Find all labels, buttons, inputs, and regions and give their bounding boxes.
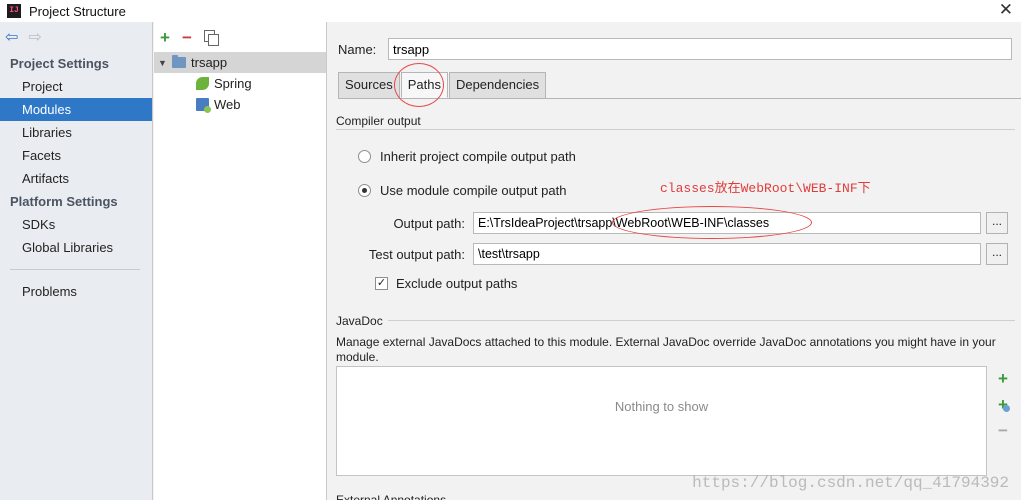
spring-leaf-icon — [196, 77, 209, 90]
module-name-input[interactable] — [388, 38, 1012, 60]
sidebar-item-sdks[interactable]: SDKs — [0, 213, 152, 236]
module-detail-panel: Name: Sources Paths Dependencies Compile… — [328, 22, 1021, 500]
tab-paths[interactable]: Paths — [400, 72, 448, 98]
compiler-output-title: Compiler output — [336, 114, 421, 128]
sidebar-divider — [10, 269, 140, 270]
remove-icon[interactable]: − — [182, 29, 192, 46]
tab-dependencies[interactable]: Dependencies — [448, 72, 547, 98]
platform-settings-heading: Platform Settings — [10, 194, 118, 209]
intellij-app-icon: IJ — [7, 4, 21, 18]
project-settings-heading: Project Settings — [10, 56, 109, 71]
module-tree-panel: + − ▼ trsapp Spring Web — [154, 22, 327, 500]
inherit-output-radio[interactable] — [358, 150, 371, 163]
window-title: Project Structure — [29, 3, 126, 19]
output-path-row: Output path: ... — [328, 212, 1008, 234]
tab-sources[interactable]: Sources — [338, 72, 400, 98]
test-output-browse-button[interactable]: ... — [986, 243, 1008, 265]
tree-toolbar: + − — [154, 22, 326, 52]
module-output-label: Use module compile output path — [380, 183, 567, 198]
sidebar-item-modules[interactable]: Modules — [0, 98, 152, 121]
exclude-output-row[interactable]: ✓ Exclude output paths — [375, 276, 517, 291]
sidebar-item-problems[interactable]: Problems — [0, 280, 152, 303]
exclude-output-checkbox[interactable]: ✓ — [375, 277, 388, 290]
tree-item-label: trsapp — [191, 55, 228, 70]
external-annotations-title: External Annotations — [336, 494, 446, 500]
copy-icon[interactable] — [203, 30, 219, 46]
empty-list-text: Nothing to show — [614, 399, 709, 414]
remove-javadoc-icon[interactable]: − — [990, 418, 1016, 444]
add-javadoc-url-icon[interactable]: + — [990, 392, 1016, 418]
module-output-radio-row[interactable]: Use module compile output path — [358, 183, 566, 198]
watermark-text: https://blog.csdn.net/qq_41794392 — [692, 474, 1009, 492]
inherit-output-radio-row[interactable]: Inherit project compile output path — [358, 149, 576, 164]
sidebar-item-facets[interactable]: Facets — [0, 144, 152, 167]
javadoc-title: JavaDoc — [336, 314, 383, 328]
tree-item-web[interactable]: Web — [154, 94, 326, 115]
sidebar-item-global-libraries[interactable]: Global Libraries — [0, 236, 152, 259]
tree-item-label: Web — [214, 97, 241, 112]
name-label: Name: — [338, 41, 377, 57]
test-output-path-row: Test output path: ... — [328, 243, 1008, 265]
back-arrow-icon[interactable]: ⇦ — [5, 27, 18, 47]
inherit-output-label: Inherit project compile output path — [380, 149, 576, 164]
sidebar-item-libraries[interactable]: Libraries — [0, 121, 152, 144]
compiler-output-divider — [336, 129, 1015, 130]
module-output-radio[interactable] — [358, 184, 371, 197]
javadoc-tools: + + − — [990, 366, 1016, 444]
close-icon[interactable]: ✕ — [999, 1, 1013, 19]
javadoc-divider — [388, 320, 1015, 321]
tabs-underline — [338, 98, 1021, 99]
tree-item-label: Spring — [214, 76, 252, 91]
add-icon[interactable]: + — [160, 29, 170, 46]
web-facet-icon — [196, 98, 211, 113]
tree-item-spring[interactable]: Spring — [154, 73, 326, 94]
tree-item-trsapp[interactable]: ▼ trsapp — [154, 52, 326, 73]
add-javadoc-icon[interactable]: + — [990, 366, 1016, 392]
test-output-path-label: Test output path: — [368, 246, 465, 262]
javadoc-description: Manage external JavaDocs attached to thi… — [336, 335, 996, 364]
output-path-browse-button[interactable]: ... — [986, 212, 1008, 234]
settings-sidebar: ⇦ ⇨ Project Settings Project Modules Lib… — [0, 22, 153, 500]
module-name-row: Name: — [338, 38, 1012, 60]
forward-arrow-icon[interactable]: ⇨ — [28, 27, 41, 47]
title-bar: IJ Project Structure ✕ — [0, 0, 1021, 22]
output-path-label: Output path: — [393, 215, 465, 231]
exclude-output-label: Exclude output paths — [396, 276, 518, 291]
sidebar-item-project[interactable]: Project — [0, 75, 152, 98]
chevron-down-icon[interactable]: ▼ — [158, 58, 172, 68]
javadoc-list[interactable]: Nothing to show — [336, 366, 987, 476]
output-path-input[interactable] — [473, 212, 981, 234]
test-output-path-input[interactable] — [473, 243, 981, 265]
sidebar-item-artifacts[interactable]: Artifacts — [0, 167, 152, 190]
module-folder-icon — [172, 55, 186, 68]
annotation-note: classes放在WebRoot\WEB-INF下 — [660, 181, 871, 196]
nav-arrows: ⇦ ⇨ — [0, 22, 152, 52]
module-tabs: Sources Paths Dependencies — [338, 72, 547, 98]
